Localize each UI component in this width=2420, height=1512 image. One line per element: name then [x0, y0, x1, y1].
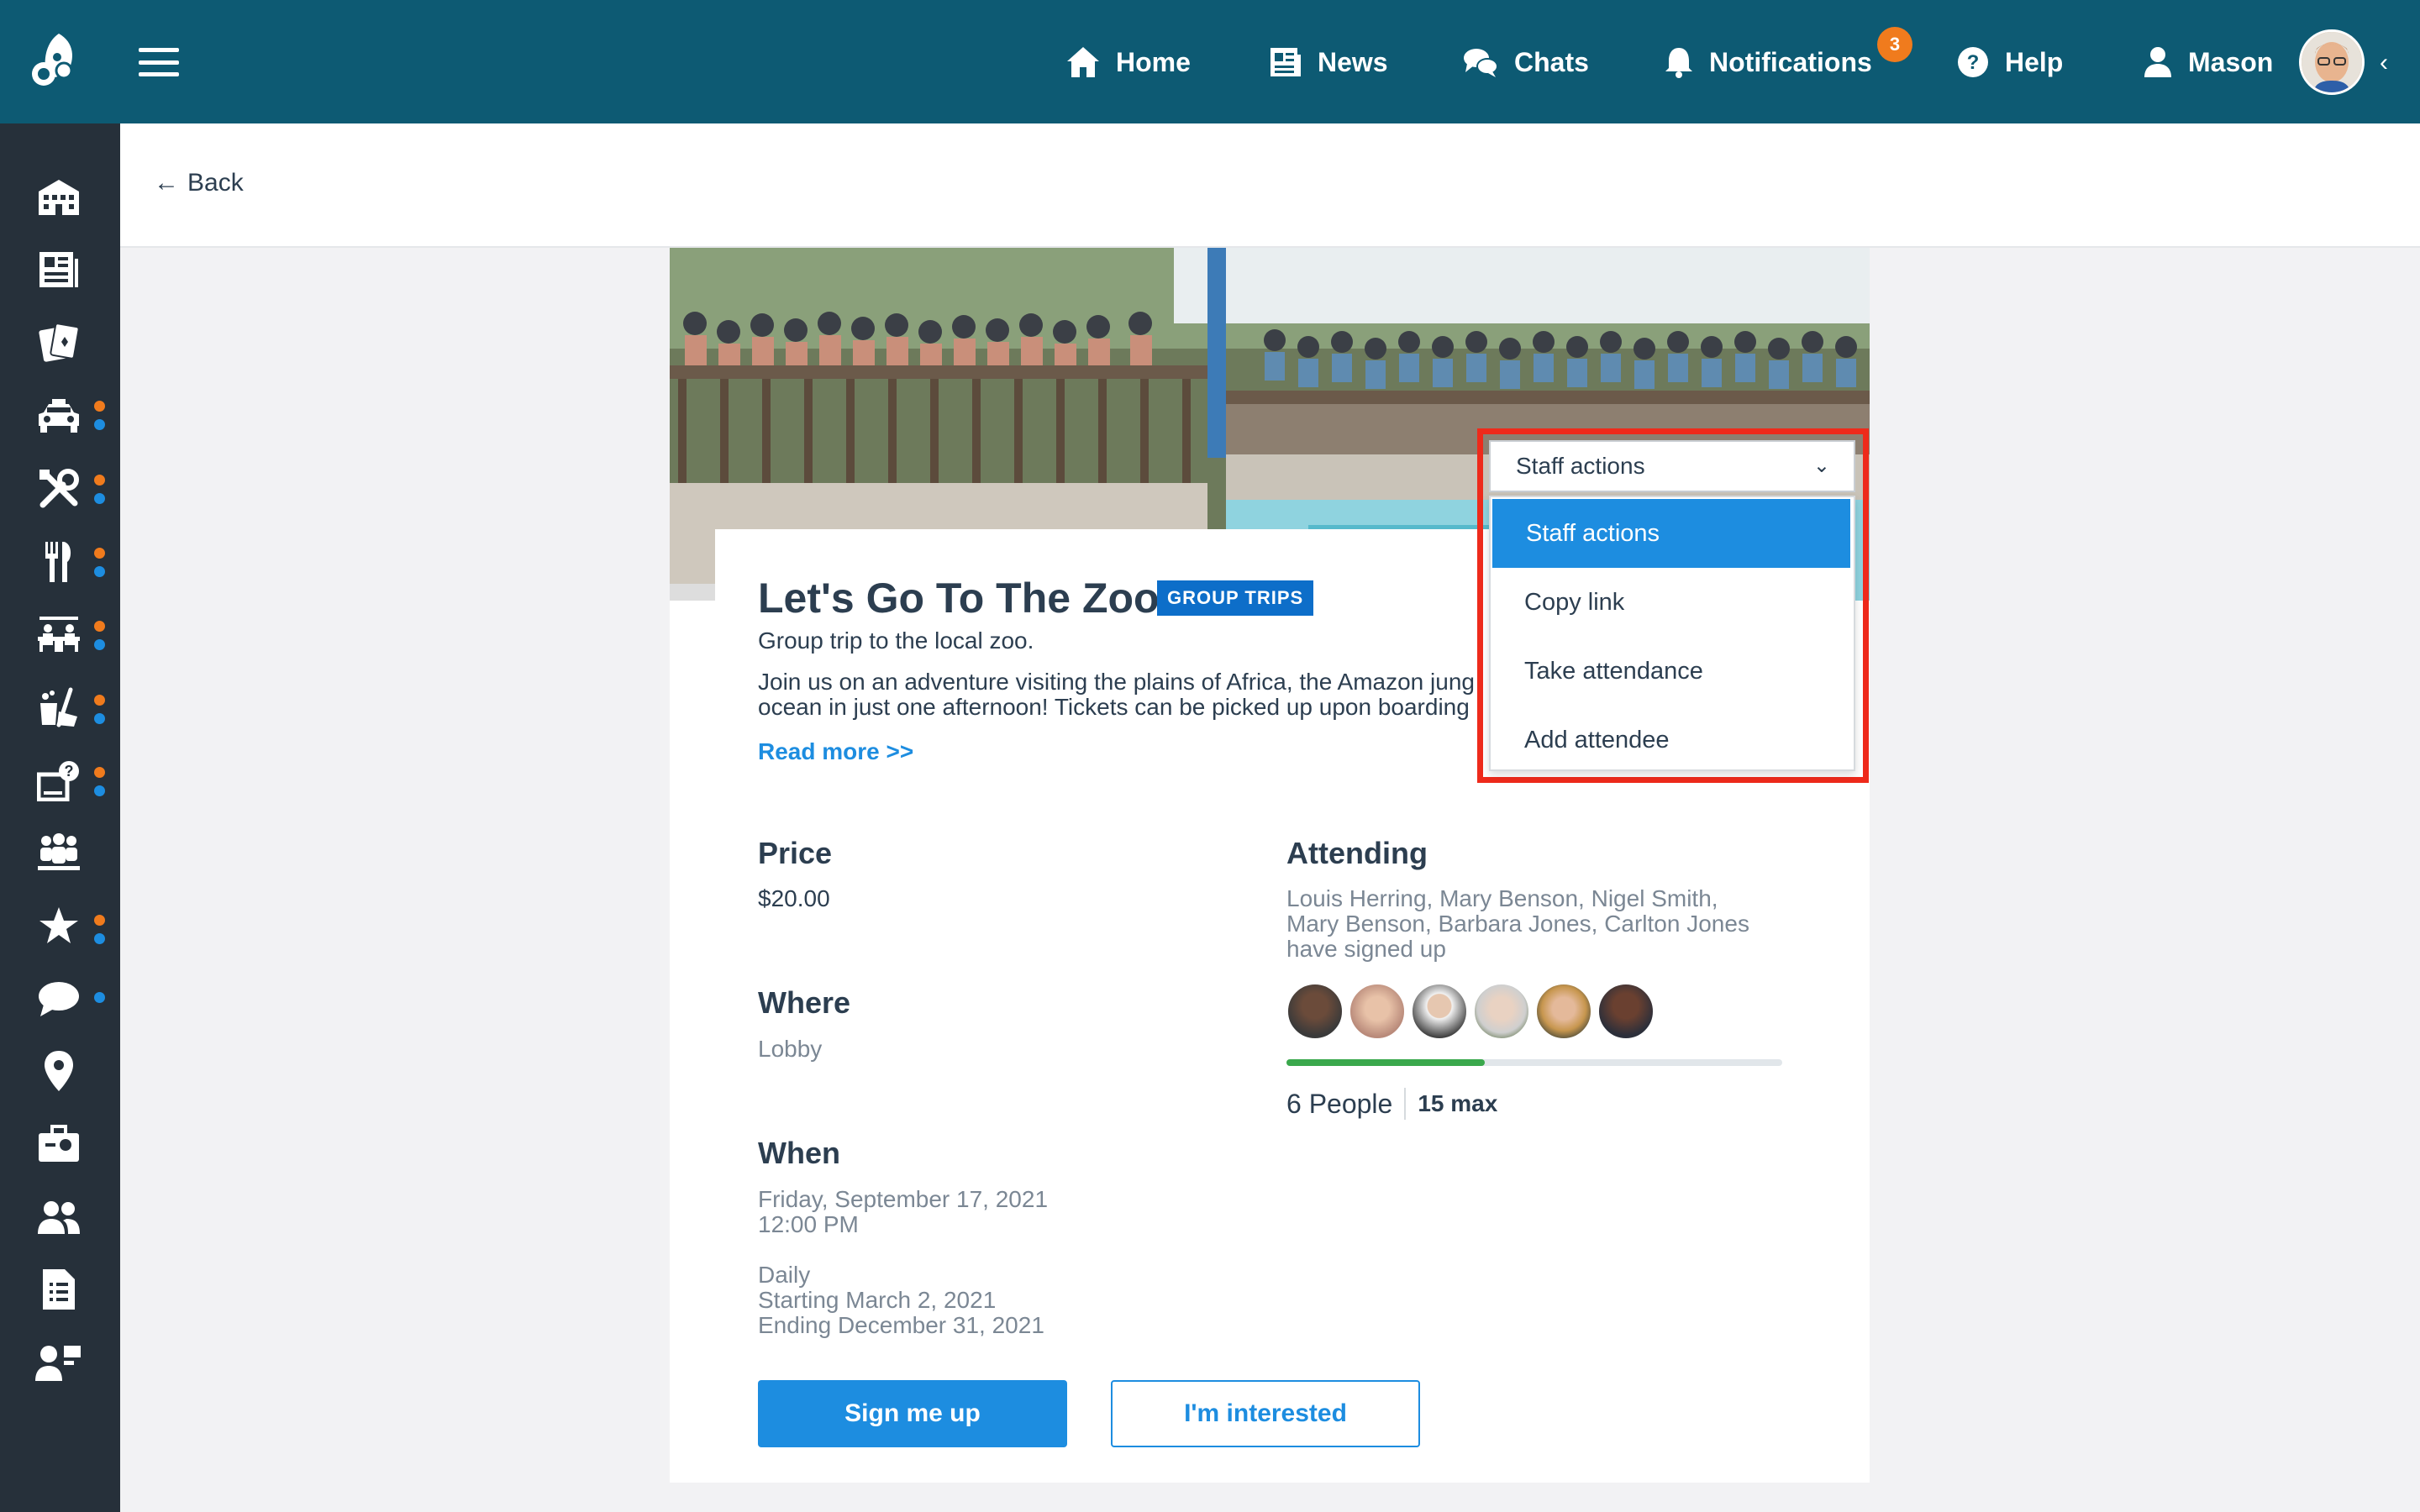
- where-label: Where: [758, 985, 851, 1020]
- avatar[interactable]: [1349, 983, 1406, 1040]
- user-icon: [2144, 47, 2171, 77]
- status-dots: [94, 475, 106, 512]
- attendee-avatars: [1286, 983, 1660, 1040]
- nav-news[interactable]: News: [1267, 40, 1388, 84]
- menu-item-staff-actions[interactable]: Staff actions: [1492, 499, 1850, 568]
- tools-icon[interactable]: [35, 465, 82, 512]
- nav-user-profile[interactable]: Mason: [2143, 40, 2273, 84]
- sign-me-up-button[interactable]: Sign me up: [758, 1380, 1067, 1447]
- cleaning-icon[interactable]: [35, 684, 82, 731]
- attendance-progress-fill: [1286, 1059, 1485, 1066]
- user-avatar[interactable]: [2299, 29, 2365, 95]
- arrow-left-icon: ←: [154, 169, 179, 197]
- news-icon: [1270, 48, 1301, 76]
- chevron-down-icon: ⌄: [1812, 454, 1830, 477]
- event-subtitle: Group trip to the local zoo.: [758, 627, 1034, 654]
- dining-icon[interactable]: [35, 538, 82, 585]
- group-icon[interactable]: [35, 829, 82, 876]
- avatar[interactable]: [1473, 983, 1530, 1040]
- attendee-names: Louis Herring, Mary Benson, Nigel Smith,…: [1286, 885, 1749, 962]
- back-link[interactable]: ← Back: [154, 169, 244, 197]
- left-sidebar: ?: [0, 123, 120, 1512]
- attendance-progress-bar: [1286, 1059, 1782, 1066]
- app-logo[interactable]: [25, 30, 84, 92]
- document-icon[interactable]: [35, 1266, 82, 1313]
- event-description: Join us on an adventure visiting the pla…: [758, 669, 1475, 720]
- menu-item-add-attendee[interactable]: Add attendee: [1491, 706, 1854, 774]
- event-title: Let's Go To The Zoo!: [758, 575, 1174, 622]
- attending-label: Attending: [1286, 836, 1428, 870]
- status-dots: [94, 767, 106, 804]
- chat-bubble-icon[interactable]: [35, 975, 82, 1022]
- nav-notifications[interactable]: Notifications: [1664, 40, 1872, 84]
- avatar[interactable]: [1597, 983, 1655, 1040]
- users-icon[interactable]: [35, 1194, 82, 1241]
- status-dots: [94, 548, 106, 585]
- status-dots: [94, 695, 106, 732]
- briefcase-icon[interactable]: [35, 1121, 82, 1168]
- star-icon[interactable]: [35, 902, 82, 949]
- classroom-icon[interactable]: [35, 611, 82, 658]
- status-dots: [94, 401, 106, 438]
- recurrence-end: Ending December 31, 2021: [758, 1312, 1044, 1338]
- when-time: 12:00 PM: [758, 1211, 859, 1237]
- notification-count-badge: 3: [1877, 27, 1912, 62]
- category-tag: GROUP TRIPS: [1157, 580, 1314, 616]
- back-bar: ← Back: [120, 123, 2420, 248]
- when-label: When: [758, 1136, 840, 1170]
- nav-home[interactable]: Home: [1065, 40, 1191, 84]
- status-dots: [94, 915, 106, 952]
- recurrence-start: Starting March 2, 2021: [758, 1287, 997, 1313]
- menu-item-take-attendance[interactable]: Take attendance: [1491, 637, 1854, 706]
- status-dots: [94, 992, 106, 1011]
- menu-item-copy-link[interactable]: Copy link: [1491, 568, 1854, 637]
- attendance-count: 6 People 15 max: [1286, 1088, 1498, 1120]
- price-label: Price: [758, 836, 833, 870]
- menu-toggle-button[interactable]: [139, 48, 179, 76]
- location-pin-icon[interactable]: [35, 1047, 82, 1095]
- svg-text:?: ?: [65, 763, 74, 780]
- svg-text:?: ?: [1967, 51, 1980, 74]
- divider: [1404, 1088, 1407, 1120]
- top-bar: Home News Chats Notifications 3 ? Help M…: [0, 0, 2420, 123]
- bell-icon: [1665, 48, 1692, 78]
- avatar[interactable]: [1535, 983, 1592, 1040]
- staff-actions-select[interactable]: Staff actions ⌄: [1489, 440, 1855, 492]
- help-icon: ?: [1958, 47, 1988, 77]
- nav-chats[interactable]: Chats: [1462, 40, 1589, 84]
- price-value: $20.00: [758, 885, 830, 911]
- staff-actions-menu: Staff actions Copy link Take attendance …: [1489, 496, 1855, 771]
- avatar[interactable]: [1411, 983, 1468, 1040]
- im-interested-button[interactable]: I'm interested: [1111, 1380, 1420, 1447]
- home-icon: [1067, 47, 1099, 77]
- car-icon[interactable]: [35, 392, 82, 439]
- collapse-chevron-icon[interactable]: ‹: [2380, 49, 2388, 77]
- avatar[interactable]: [1286, 983, 1344, 1040]
- read-more-link[interactable]: Read more >>: [758, 738, 913, 765]
- when-date: Friday, September 17, 2021: [758, 1186, 1049, 1212]
- profile-flag-icon[interactable]: [35, 1339, 82, 1386]
- recurrence: Daily: [758, 1262, 811, 1288]
- nav-help[interactable]: ? Help: [1956, 40, 2063, 84]
- chats-icon: [1464, 49, 1498, 77]
- building-icon[interactable]: [35, 174, 82, 221]
- status-dots: [94, 621, 106, 658]
- support-icon[interactable]: ?: [35, 757, 82, 804]
- where-value: Lobby: [758, 1036, 823, 1062]
- cards-icon[interactable]: [35, 319, 82, 366]
- newspaper-icon[interactable]: [35, 246, 82, 293]
